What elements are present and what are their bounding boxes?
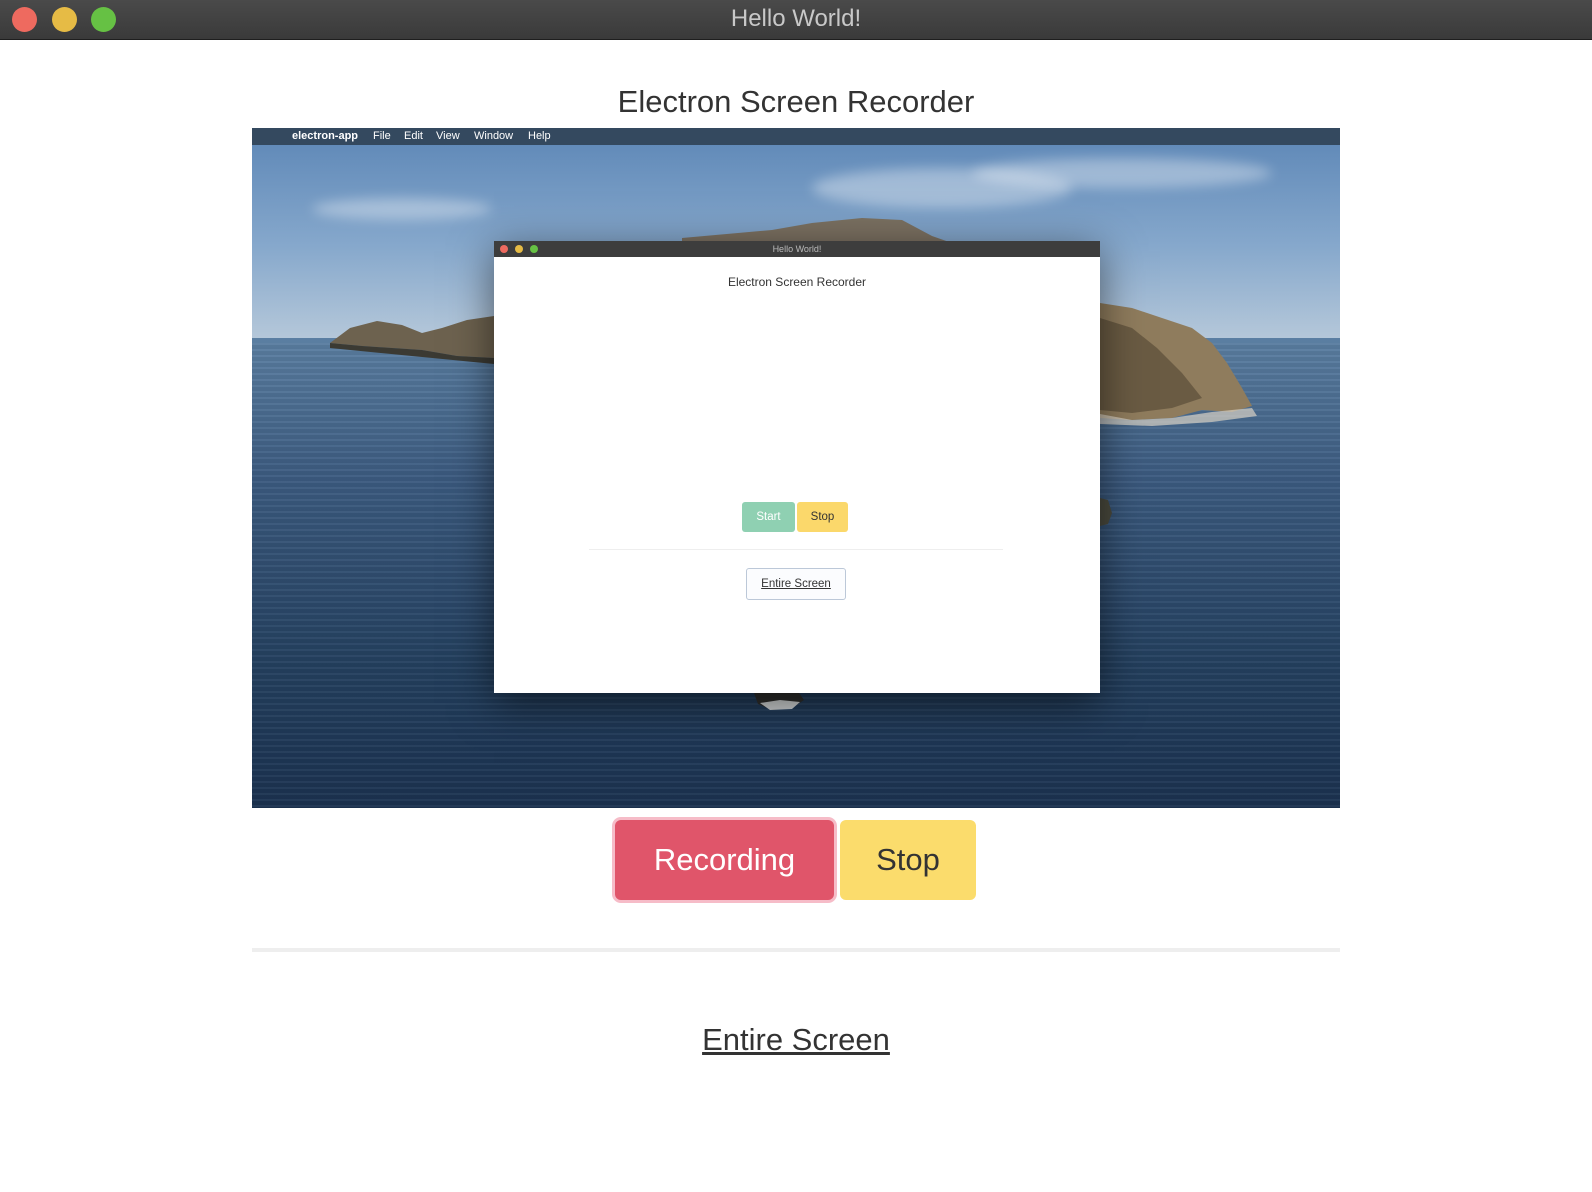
select-source-button[interactable]: Entire Screen	[0, 1022, 1592, 1058]
preview-source-button: Entire Screen	[746, 568, 846, 600]
preview-menu-window: Window	[474, 130, 514, 142]
preview-menu-view: View	[436, 130, 460, 142]
preview-menu-file: File	[373, 130, 391, 142]
preview-window-title: Hello World!	[772, 244, 822, 254]
preview-close-dot	[500, 245, 508, 253]
preview-minimize-dot	[515, 245, 523, 253]
preview-stop-button: Stop	[797, 502, 848, 532]
preview-menu-app-name: electron-app	[292, 130, 359, 142]
preview-start-button: Start	[742, 502, 795, 532]
section-divider	[252, 948, 1340, 952]
stop-button[interactable]: Stop	[840, 820, 976, 900]
screen-preview-video: electron-app File Edit View Window Help …	[252, 128, 1340, 808]
preview-menu-help: Help	[528, 130, 551, 142]
page-title: Electron Screen Recorder	[617, 84, 975, 119]
recording-button[interactable]: Recording	[615, 820, 834, 900]
preview-maximize-dot	[530, 245, 538, 253]
preview-menubar: electron-app File Edit View Window Help	[252, 128, 1340, 145]
window-title: Hello World!	[730, 5, 862, 32]
preview-menu-edit: Edit	[404, 130, 423, 142]
preview-window-titlebar: Hello World!	[494, 241, 1100, 257]
preview-app-window: Hello World! Electron Screen Recorder St…	[494, 241, 1100, 693]
preview-heading: Electron Screen Recorder	[727, 275, 867, 289]
window-titlebar: Hello World!	[0, 0, 1592, 40]
preview-divider	[589, 549, 1003, 550]
